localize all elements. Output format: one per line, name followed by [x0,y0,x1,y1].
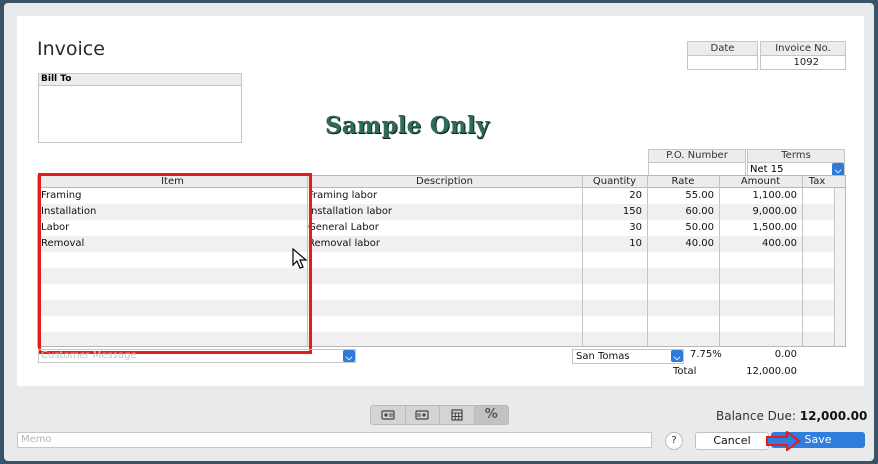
bill-to-box[interactable]: Bill To [38,73,242,143]
cell-rate[interactable]: 55.00 [647,188,714,204]
item-column-highlight [38,173,312,354]
memo-field[interactable]: Memo [17,432,652,448]
invoice-no-field[interactable]: Invoice No. 1092 [760,41,846,70]
cell-tax[interactable] [802,220,832,236]
cell-quantity[interactable]: 20 [582,188,642,204]
cell-tax[interactable] [802,204,832,220]
balance-due-label: Balance Due: [716,409,796,423]
invoice-form: Invoice Date Invoice No. 1092 Bill To Sa… [17,16,864,386]
balance-due: Balance Due: 12,000.00 [716,409,867,423]
tax-item-value: San Tomas [576,351,630,362]
cell-quantity[interactable]: 150 [582,204,642,220]
bill-to-label: Bill To [39,74,241,86]
customer-message-dropdown-button[interactable] [343,350,355,362]
total-value: 12,000.00 [746,366,797,377]
cell-description[interactable]: Installation labor [308,204,392,220]
mouse-pointer-icon [292,248,308,269]
cell-amount[interactable]: 1,500.00 [719,220,797,236]
col-description-header[interactable]: Description [307,176,582,187]
cancel-button[interactable]: Cancel [695,432,769,450]
terms-label: Terms [748,150,844,163]
balance-due-value: 12,000.00 [799,409,868,423]
cell-amount[interactable]: 400.00 [719,236,797,252]
tax-rate: 7.75% [690,349,722,360]
po-number-label: P.O. Number [649,150,745,163]
column-divider [582,176,583,346]
cell-rate[interactable]: 60.00 [647,204,714,220]
total-label: Total [673,366,697,377]
cell-quantity[interactable]: 10 [582,236,642,252]
help-button[interactable]: ? [665,432,683,450]
column-divider [802,176,803,346]
table-scrollbar[interactable] [834,188,845,346]
tax-item-dropdown-button[interactable] [671,350,683,362]
arrow-annotation-icon [766,431,801,451]
footer-toolbar: % [370,405,509,425]
customer-icon[interactable] [371,406,406,424]
terms-field[interactable]: Terms Net 15 [747,149,845,177]
col-tax-header[interactable]: Tax [802,176,832,187]
cell-amount[interactable]: 1,100.00 [719,188,797,204]
vendor-icon[interactable] [406,406,440,424]
date-field[interactable]: Date [687,41,758,70]
column-divider [719,176,720,346]
date-value [688,56,757,69]
col-rate-header[interactable]: Rate [647,176,719,187]
cell-quantity[interactable]: 30 [582,220,642,236]
cell-rate[interactable]: 40.00 [647,236,714,252]
terms-value: Net 15 [750,164,784,175]
cell-tax[interactable] [802,188,832,204]
cell-description[interactable]: Framing labor [308,188,377,204]
customer-message-field[interactable]: Customer Message [38,349,356,363]
po-number-field[interactable]: P.O. Number [648,149,746,177]
page-title: Invoice [37,38,105,60]
invoice-no-label: Invoice No. [761,42,845,56]
cell-amount[interactable]: 9,000.00 [719,204,797,220]
col-quantity-header[interactable]: Quantity [582,176,647,187]
invoice-no-value: 1092 [793,57,819,68]
date-label: Date [688,42,757,56]
calculator-icon[interactable] [440,406,475,424]
invoice-window: Invoice Date Invoice No. 1092 Bill To Sa… [4,3,874,461]
cell-description[interactable]: General Labor [308,220,379,236]
cell-rate[interactable]: 50.00 [647,220,714,236]
tax-item-select[interactable]: San Tomas [572,349,684,364]
percent-icon[interactable]: % [474,406,508,424]
column-divider [647,176,648,346]
cell-description[interactable]: Removal labor [308,236,380,252]
tax-amount: 0.00 [774,349,797,360]
customer-message-placeholder: Customer Message [41,350,137,361]
col-amount-header[interactable]: Amount [719,176,802,187]
sample-watermark: Sample Only [325,112,490,139]
cell-tax[interactable] [802,236,832,252]
